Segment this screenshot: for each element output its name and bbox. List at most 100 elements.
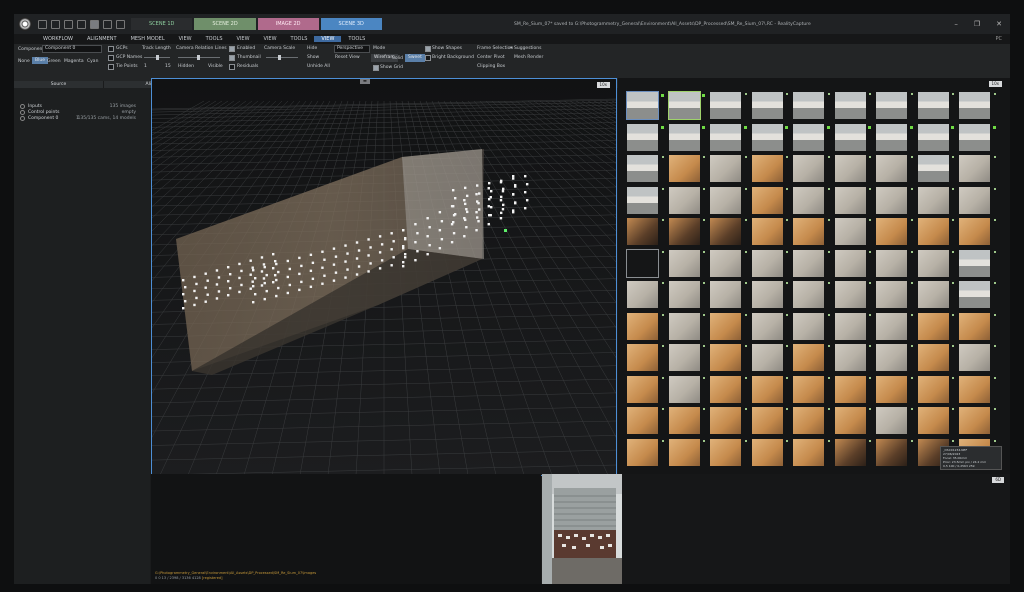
thumbnail[interactable] <box>624 91 666 124</box>
thumbnail-image[interactable] <box>751 407 783 434</box>
thumbnail-image[interactable] <box>627 281 658 308</box>
thumbnail-image[interactable] <box>626 91 659 120</box>
component-select[interactable]: Component 0 <box>42 45 102 53</box>
thumbnail[interactable] <box>956 186 998 219</box>
layout-icon[interactable] <box>51 19 60 29</box>
thumbnail[interactable] <box>624 155 666 187</box>
thumbnail-image[interactable] <box>751 155 783 182</box>
thumbnail[interactable] <box>832 312 874 345</box>
camera-scale-knob[interactable] <box>278 55 281 60</box>
thumbnail-image[interactable] <box>959 281 990 308</box>
thumbnail[interactable] <box>707 312 749 345</box>
thumbnail[interactable] <box>956 375 998 408</box>
camera-scale-slider[interactable] <box>266 57 298 58</box>
thumbnail[interactable] <box>790 344 832 376</box>
color-none-button[interactable]: None <box>18 59 30 64</box>
thumbnail[interactable] <box>915 281 957 313</box>
thumbnail[interactable] <box>790 249 832 282</box>
thumbnail[interactable] <box>749 438 791 471</box>
thumbnail-image[interactable] <box>876 407 907 434</box>
thumbnail-image[interactable] <box>667 91 701 120</box>
thumbnail[interactable] <box>915 249 957 282</box>
thumbnail[interactable] <box>956 155 998 187</box>
thumbnail-image[interactable] <box>917 123 949 151</box>
thumbnail-image[interactable] <box>793 218 824 245</box>
thumbnail[interactable] <box>873 312 915 345</box>
thumbnail[interactable] <box>749 92 791 124</box>
thumbnail[interactable] <box>832 155 874 187</box>
thumbnail-image[interactable] <box>876 123 907 151</box>
thumbnail-image[interactable] <box>627 186 658 214</box>
thumbnail-image[interactable] <box>668 312 700 340</box>
menu-mesh-model[interactable]: MESH MODEL <box>124 36 172 42</box>
viewport-3d[interactable]: ▬ 10x <box>151 78 617 476</box>
thumbnail-image[interactable] <box>751 438 783 466</box>
thumbnail[interactable] <box>915 92 957 124</box>
thumbnail[interactable] <box>707 407 749 439</box>
thumbnail-image[interactable] <box>751 375 783 403</box>
tab-scene-1d[interactable]: SCENE 1D <box>131 18 193 30</box>
thumbnail-image[interactable] <box>959 344 990 371</box>
menu-view[interactable]: VIEW <box>172 36 199 42</box>
menu-view[interactable]: VIEW <box>257 36 284 42</box>
thumbnail[interactable] <box>790 155 832 187</box>
thumbnail[interactable] <box>873 407 915 439</box>
layout-icon[interactable] <box>116 19 125 29</box>
thumbnail[interactable] <box>790 92 832 124</box>
thumbnail[interactable] <box>666 281 708 313</box>
color-magenta-button[interactable]: Magenta <box>64 59 84 64</box>
thumbnail-image[interactable] <box>751 123 783 151</box>
thumbnail[interactable] <box>666 91 708 124</box>
thumbnail-image[interactable] <box>793 281 824 308</box>
thumbnail[interactable] <box>749 186 791 219</box>
menu-view[interactable]: VIEW <box>230 36 257 42</box>
thumbnail-image[interactable] <box>793 312 824 340</box>
center-pivot-button[interactable]: Center Pivot <box>477 55 505 60</box>
thumbnail[interactable] <box>915 407 957 439</box>
frame-selection-button[interactable]: Frame Selection <box>477 46 513 51</box>
gcp-names-checkbox[interactable] <box>108 55 114 61</box>
thumbnail[interactable] <box>790 407 832 439</box>
thumbnail-image[interactable] <box>710 123 741 151</box>
thumbnail-image[interactable] <box>710 186 741 214</box>
tie-points-checkbox[interactable] <box>108 64 114 70</box>
thumbnail-image[interactable] <box>793 344 824 371</box>
dropdown-caret-icon[interactable]: ▾ <box>510 46 512 51</box>
thumbnail-image[interactable] <box>834 281 866 308</box>
thumbnail[interactable] <box>873 186 915 219</box>
thumbnail-image[interactable] <box>834 407 866 434</box>
thumbnail[interactable] <box>666 218 708 250</box>
thumbnail[interactable] <box>666 312 708 345</box>
thumbnail[interactable] <box>666 375 708 408</box>
thumbnail[interactable] <box>956 249 998 282</box>
thumbnail[interactable] <box>956 92 998 124</box>
thumbnail[interactable] <box>749 249 791 282</box>
menu-tools[interactable]: TOOLS <box>341 36 372 42</box>
images-panel[interactable]: 10x <box>618 78 1010 474</box>
thumbnail[interactable] <box>707 186 749 219</box>
thumbnail[interactable] <box>956 312 998 345</box>
thumbnail-image[interactable] <box>834 155 866 182</box>
thumbnail-image[interactable] <box>876 375 907 403</box>
show-button[interactable]: Show <box>307 55 319 60</box>
mesh-render-button[interactable]: Mesh Render <box>514 55 543 60</box>
thumbnail-image[interactable] <box>959 407 990 434</box>
reset-view-button[interactable]: Reset View <box>335 55 360 60</box>
thumbnail[interactable] <box>666 344 708 376</box>
thumbnail[interactable] <box>749 375 791 408</box>
thumbnail-image[interactable] <box>959 249 990 277</box>
thumbnail-image[interactable] <box>627 123 658 151</box>
thumbnail[interactable] <box>624 123 666 156</box>
thumbnail[interactable] <box>624 218 666 250</box>
thumbnail-image[interactable] <box>834 249 866 277</box>
thumbnail[interactable] <box>707 281 749 313</box>
thumbnail[interactable] <box>790 312 832 345</box>
thumbnail-image[interactable] <box>668 344 700 371</box>
tab-image-2d[interactable]: IMAGE 2D <box>257 18 319 30</box>
thumbnail-image[interactable] <box>876 438 907 466</box>
thumbnail[interactable] <box>624 375 666 408</box>
thumbnail[interactable] <box>915 375 957 408</box>
thumbnail[interactable] <box>790 375 832 408</box>
thumbnail-image[interactable] <box>876 312 907 340</box>
thumbnail[interactable] <box>873 249 915 282</box>
